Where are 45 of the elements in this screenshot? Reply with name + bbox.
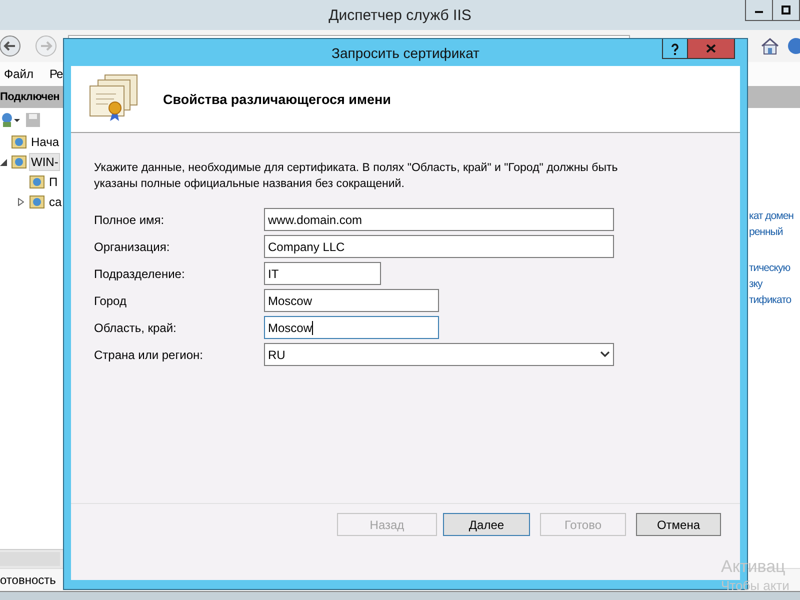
expand-arrow-icon[interactable] (18, 198, 24, 206)
minimize-button[interactable] (745, 0, 773, 21)
server-icon (11, 134, 27, 150)
action-link[interactable]: кат домен (749, 208, 800, 224)
country-dropdown[interactable]: RU (264, 343, 614, 366)
wizard-button[interactable]: Далее (443, 513, 530, 536)
maximize-icon (781, 5, 791, 15)
server-icon (29, 174, 45, 190)
close-button[interactable] (688, 39, 735, 59)
server-icon (11, 154, 27, 170)
field-label: Подразделение: (94, 266, 186, 280)
field-label: Полное имя: (94, 212, 166, 226)
field-label: Организация: (94, 240, 171, 254)
tree-item[interactable]: са (47, 193, 64, 211)
menu-item[interactable]: Файл (4, 67, 34, 81)
close-icon (706, 44, 716, 53)
maximize-button[interactable] (772, 0, 800, 21)
action-link[interactable]: тическую (749, 260, 800, 276)
input-field[interactable]: Company LLC (264, 235, 614, 258)
input-field[interactable]: Moscow (264, 316, 439, 339)
input-field[interactable]: Moscow (264, 289, 439, 312)
collapse-arrow-icon[interactable] (0, 158, 7, 166)
tree-item[interactable]: Нача (29, 133, 62, 151)
connect-icon[interactable] (0, 111, 20, 129)
instructions-text: Укажите данные, необходимые для сертификата. В полях "Область, край" и "Город" должны быть указаны полные официальные названия без сокращений. (94, 161, 619, 192)
dialog-title: Запросить сертификат (332, 44, 480, 60)
tree-item[interactable]: WIN- (29, 153, 60, 171)
wizard-button[interactable]: Отмена (636, 513, 721, 536)
chevron-down-icon (600, 351, 610, 358)
field-label: Страна или регион: (94, 348, 204, 362)
action-link[interactable]: ренный (749, 224, 800, 240)
question-icon (671, 42, 679, 54)
field-label: Область, край: (94, 320, 178, 334)
home-icon[interactable] (760, 37, 780, 55)
action-link[interactable]: тификато (749, 292, 800, 308)
pane-header-bar (748, 86, 800, 108)
status-text: отовность (0, 573, 56, 587)
menu-item[interactable]: Ре (50, 67, 63, 81)
input-field[interactable]: IT (264, 262, 381, 285)
input-field[interactable]: www.domain.com (264, 208, 614, 231)
window-title: Диспетчер служб IIS (328, 6, 472, 24)
field-label: Город (94, 294, 128, 308)
tree-item[interactable]: П (47, 173, 60, 191)
action-link[interactable]: зку (749, 276, 800, 292)
server-icon (29, 194, 45, 210)
